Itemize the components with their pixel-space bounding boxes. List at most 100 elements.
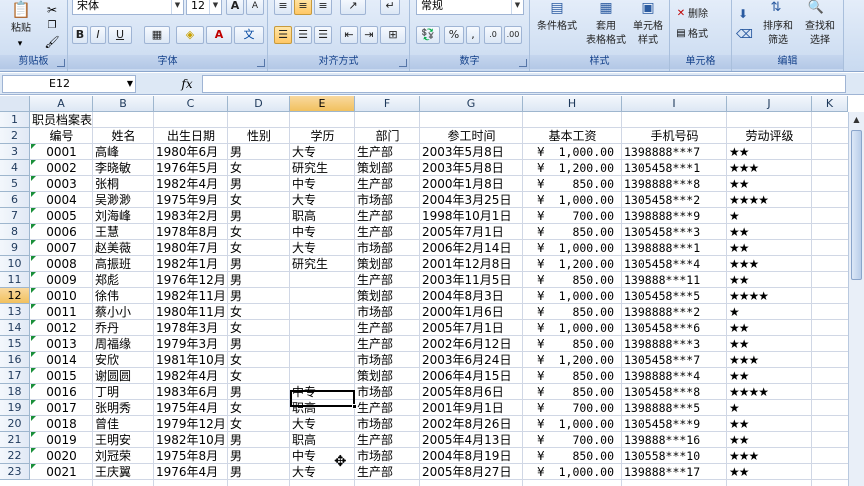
edu-cell[interactable] [290,288,355,304]
id-cell[interactable]: 0013 [30,336,93,352]
rating-stars[interactable]: ★★ [727,176,812,192]
edu-cell[interactable]: 大专 [290,240,355,256]
start-cell[interactable]: 2005年7月1日 [420,224,523,240]
increase-decimal-button[interactable]: .0 [484,26,502,44]
id-cell[interactable]: 0008 [30,256,93,272]
header-cell[interactable]: 姓名 [93,128,154,144]
phonetic-button[interactable]: 文 [234,26,264,44]
salary-cell[interactable]: 850.00 [523,176,614,192]
edu-cell[interactable]: 中专 [290,224,355,240]
sex-cell[interactable]: 男 [228,432,290,448]
phone-cell[interactable]: 130558***10 [622,448,727,464]
header-cell[interactable]: 学历 [290,128,355,144]
dept-cell[interactable]: 市场部 [355,240,420,256]
name-cell[interactable]: 赵美薇 [93,240,154,256]
copy-icon[interactable]: ❐ [44,18,60,34]
row-header[interactable]: 12 [0,288,30,304]
id-cell[interactable]: 0001 [30,144,93,160]
column-header-j[interactable]: J [727,96,812,112]
rating-stars[interactable]: ★★ [727,144,812,160]
id-cell[interactable]: 0017 [30,400,93,416]
phone-cell[interactable]: 1398888***1 [622,240,727,256]
birth-cell[interactable]: 1980年6月 [154,144,228,160]
birth-cell[interactable]: 1979年12月 [154,416,228,432]
salary-cell[interactable]: 700.00 [523,208,614,224]
scroll-up-icon[interactable]: ▲ [849,112,864,128]
edu-cell[interactable]: 研究生 [290,160,355,176]
birth-cell[interactable]: 1982年10月 [154,432,228,448]
edu-cell[interactable] [290,336,355,352]
sex-cell[interactable]: 男 [228,208,290,224]
rating-stars[interactable]: ★★★ [727,352,812,368]
column-header-f[interactable]: F [355,96,420,112]
rating-stars[interactable]: ★ [727,400,812,416]
edu-cell[interactable] [290,352,355,368]
sort-filter-label-2[interactable]: 筛选 [758,34,798,47]
start-cell[interactable]: 1998年10月1日 [420,208,523,224]
name-cell[interactable]: 蔡小小 [93,304,154,320]
sex-cell[interactable]: 男 [228,288,290,304]
sex-cell[interactable]: 女 [228,368,290,384]
name-cell[interactable]: 徐伟 [93,288,154,304]
birth-cell[interactable]: 1982年11月 [154,288,228,304]
rating-stars[interactable]: ★ [727,304,812,320]
sex-cell[interactable]: 男 [228,464,290,480]
chevron-down-icon[interactable]: ▼ [209,0,221,14]
decrease-decimal-button[interactable]: .00 [504,26,522,44]
vertical-scrollbar[interactable]: ▲ [848,112,864,486]
chevron-down-icon[interactable]: ▼ [511,0,523,14]
birth-cell[interactable]: 1975年4月 [154,400,228,416]
sex-cell[interactable]: 女 [228,400,290,416]
format-icon[interactable]: ▤ [674,26,688,42]
edu-cell[interactable] [290,368,355,384]
edu-cell[interactable]: 大专 [290,144,355,160]
phone-cell[interactable]: 1305458***3 [622,224,727,240]
dept-cell[interactable]: 市场部 [355,448,420,464]
column-header-d[interactable]: D [228,96,290,112]
start-cell[interactable]: 2004年8月3日 [420,288,523,304]
sex-cell[interactable]: 男 [228,448,290,464]
sex-cell[interactable]: 女 [228,352,290,368]
salary-cell[interactable]: 1,000.00 [523,464,614,480]
dept-cell[interactable]: 市场部 [355,384,420,400]
row-header[interactable]: 10 [0,256,30,272]
salary-cell[interactable]: 1,000.00 [523,240,614,256]
phone-cell[interactable]: 1398888***2 [622,304,727,320]
id-cell[interactable]: 0007 [30,240,93,256]
id-cell[interactable]: 0009 [30,272,93,288]
insert-function-button[interactable]: fx [176,75,198,93]
row-header[interactable]: 5 [0,176,30,192]
rating-stars[interactable]: ★★ [727,224,812,240]
birth-cell[interactable]: 1976年5月 [154,160,228,176]
start-cell[interactable]: 2001年12月8日 [420,256,523,272]
id-cell[interactable]: 0006 [30,224,93,240]
dept-cell[interactable]: 策划部 [355,160,420,176]
merge-center-button[interactable]: ⊞ [380,26,406,44]
chevron-down-icon[interactable]: ▼ [127,76,133,92]
chevron-down-icon[interactable]: ▼ [171,0,183,14]
id-cell[interactable]: 0011 [30,304,93,320]
sex-cell[interactable]: 男 [228,256,290,272]
formula-input[interactable] [202,75,846,93]
align-middle-button[interactable]: ≡ [294,0,312,15]
find-select-label-2[interactable]: 选择 [798,34,842,47]
paste-dropdown-icon[interactable]: ▾ [14,36,26,52]
salary-cell[interactable]: 1,200.00 [523,256,614,272]
start-cell[interactable]: 2002年8月26日 [420,416,523,432]
phone-cell[interactable]: 1305458***4 [622,256,727,272]
column-header-h[interactable]: H [523,96,622,112]
salary-cell[interactable]: 1,200.00 [523,160,614,176]
format-as-table-label-2[interactable]: 表格格式 [576,34,636,47]
birth-cell[interactable]: 1980年11月 [154,304,228,320]
paste-button[interactable]: 粘贴 [6,22,36,35]
column-header-b[interactable]: B [93,96,154,112]
start-cell[interactable]: 2002年6月12日 [420,336,523,352]
header-cell[interactable]: 基本工资 [523,128,622,144]
sex-cell[interactable]: 女 [228,240,290,256]
sex-cell[interactable]: 男 [228,384,290,400]
row-header[interactable]: 3 [0,144,30,160]
edu-cell[interactable]: 大专 [290,192,355,208]
delete-button[interactable]: 删除 [688,8,724,21]
name-cell[interactable]: 高振班 [93,256,154,272]
sheet-title-cell[interactable]: 职员档案表 [30,112,154,128]
